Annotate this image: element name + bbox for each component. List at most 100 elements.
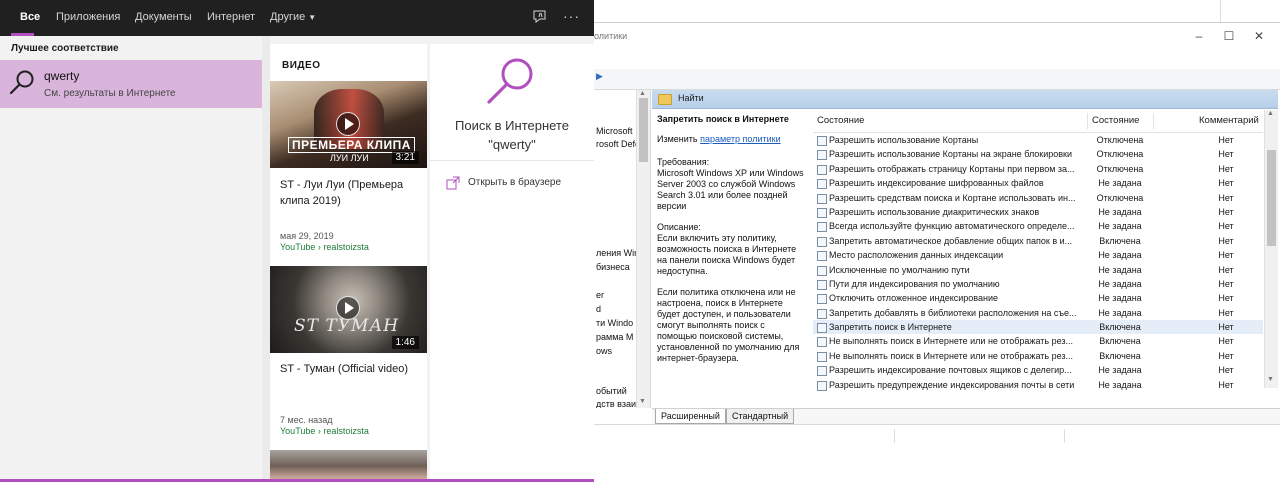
- tree-item[interactable]: ows: [596, 346, 612, 356]
- policy-setting-icon: [817, 236, 827, 247]
- tree-item[interactable]: Microsoft: [596, 126, 633, 136]
- play-icon[interactable]: [336, 112, 360, 136]
- column-header-comment[interactable]: Комментарий: [1199, 115, 1259, 126]
- policy-setting-icon: [817, 179, 827, 190]
- table-row[interactable]: Исключенные по умолчанию пути Не задана Не…: [813, 263, 1263, 277]
- results-column: Лучшее соответствие qwerty См. результат…: [0, 36, 262, 482]
- table-row[interactable]: Разрешить использование диакритических з…: [813, 205, 1263, 219]
- scroll-down-icon[interactable]: ▼: [639, 398, 646, 405]
- row-comment: Нет: [1218, 149, 1234, 160]
- description-text-2: Если политика отключена или не настроена…: [657, 287, 800, 363]
- table-row[interactable]: Пути для индексирования по умолчанию Не з…: [813, 277, 1263, 291]
- tab-more[interactable]: Другие ▼: [270, 11, 316, 23]
- scroll-up-icon[interactable]: ▲: [639, 90, 646, 97]
- menu-bar: [594, 47, 1280, 70]
- column-separator[interactable]: [1153, 113, 1154, 129]
- table-row[interactable]: Разрешить индексирование шифрованных фай…: [813, 176, 1263, 190]
- column-separator[interactable]: [1087, 113, 1088, 129]
- best-match-item[interactable]: qwerty См. результаты в Интернете: [0, 60, 262, 108]
- row-name: Запретить автоматическое добавление общи…: [829, 235, 1073, 246]
- tab-all[interactable]: Все: [20, 11, 40, 23]
- tree-item[interactable]: рамма M: [596, 332, 633, 342]
- table-row[interactable]: Разрешить предупреждение индексирования …: [813, 378, 1263, 392]
- toolbar: ▶: [594, 69, 1280, 90]
- tab-apps[interactable]: Приложения: [56, 11, 120, 23]
- table-scrollbar[interactable]: ▲ ▼: [1264, 110, 1278, 388]
- tree-item[interactable]: бизнеса: [596, 262, 630, 272]
- table-row[interactable]: Отключить отложенное индексирование Не за…: [813, 291, 1263, 305]
- table-row[interactable]: Всегда используйте функцию автоматическо…: [813, 219, 1263, 233]
- table-row[interactable]: Запретить автоматическое добавление общи…: [813, 234, 1263, 248]
- table-row[interactable]: Разрешить индексирование почтовых ящиков…: [813, 363, 1263, 377]
- tree-pane[interactable]: Microsoft rosoft Defe ления Wind бизнеса…: [594, 90, 651, 408]
- more-options-icon[interactable]: ···: [563, 8, 580, 24]
- feedback-icon[interactable]: [532, 9, 548, 25]
- tab-documents[interactable]: Документы: [135, 11, 192, 23]
- row-comment: Нет: [1218, 322, 1234, 333]
- table-row[interactable]: Не выполнять поиск в Интернете или не от…: [813, 334, 1263, 348]
- video-thumbnail[interactable]: ПРЕМЬЕРА КЛИПА ЛУИ ЛУИ 3:21: [270, 81, 427, 168]
- play-icon[interactable]: [336, 296, 360, 320]
- tree-item[interactable]: обытий: [596, 386, 627, 396]
- find-bar: Найти: [652, 90, 1278, 109]
- open-external-icon: [446, 176, 460, 190]
- video-date: 7 мес. назад: [280, 415, 333, 425]
- tree-item[interactable]: d: [596, 304, 601, 314]
- policy-setting-icon: [817, 351, 827, 362]
- tree-item[interactable]: дств взаи: [596, 399, 636, 408]
- table-row[interactable]: Разрешить использование Кортаны на экран…: [813, 147, 1263, 161]
- column-header-name[interactable]: Состояние: [817, 115, 864, 126]
- table-row[interactable]: Запретить добавлять в библиотеки располо…: [813, 306, 1263, 320]
- policy-setting-icon: [817, 337, 827, 348]
- tree-item[interactable]: er: [596, 290, 604, 300]
- tree-item[interactable]: rosoft Defe: [596, 139, 640, 149]
- row-name: Место расположения данных индексации: [829, 250, 1004, 261]
- close-icon[interactable]: ✕: [1252, 29, 1266, 43]
- forward-icon[interactable]: ▶: [596, 71, 603, 82]
- table-row[interactable]: Разрешить отображать страницу Кортаны пр…: [813, 162, 1263, 176]
- view-tabs: Расширенный Стандартный: [652, 408, 1280, 425]
- row-comment: Нет: [1218, 221, 1234, 232]
- edit-policy-link[interactable]: параметр политики: [700, 134, 781, 144]
- tab-extended[interactable]: Расширенный: [655, 409, 726, 424]
- video-title[interactable]: ST - Туман (Official video): [280, 361, 420, 377]
- row-name: Разрешить индексирование шифрованных фай…: [829, 178, 1044, 189]
- table-scroll-thumb[interactable]: [1267, 150, 1276, 246]
- tree-scrollbar[interactable]: ▲ ▼: [636, 90, 650, 408]
- row-comment: Нет: [1218, 250, 1234, 261]
- policy-table: Состояние Состояние Комментарий Разрешит…: [813, 110, 1278, 408]
- table-row[interactable]: Место расположения данных индексации Не з…: [813, 248, 1263, 262]
- tab-standard[interactable]: Стандартный: [726, 409, 795, 424]
- background-window-edge: [1220, 0, 1280, 22]
- tab-more-label: Другие: [270, 11, 306, 23]
- row-name: Разрешить индексирование почтовых ящиков…: [829, 365, 1072, 376]
- table-row[interactable]: Не выполнять поиск в Интернете или не от…: [813, 349, 1263, 363]
- scroll-up-icon[interactable]: ▲: [1267, 110, 1274, 117]
- video-source[interactable]: YouTube › realstoizsta: [280, 242, 369, 252]
- tree-scroll-thumb[interactable]: [639, 98, 648, 162]
- video-source[interactable]: YouTube › realstoizsta: [280, 426, 369, 436]
- row-comment: Нет: [1218, 293, 1234, 304]
- table-row[interactable]: Запретить поиск в Интернете Включена Нет: [813, 320, 1263, 335]
- video-thumbnail[interactable]: ST ТУМАН 1:46: [270, 266, 427, 353]
- tab-web[interactable]: Интернет: [207, 11, 255, 23]
- table-row[interactable]: Разрешить использование Кортаны Отключена…: [813, 133, 1263, 147]
- row-name: Разрешить использование диакритических з…: [829, 206, 1040, 217]
- table-row[interactable]: Разрешить средствам поиска и Кортане исп…: [813, 191, 1263, 205]
- row-state: Включена: [1099, 336, 1141, 347]
- maximize-icon[interactable]: ☐: [1222, 29, 1236, 43]
- video-thumbnail-partial[interactable]: [270, 450, 427, 482]
- row-state: Включена: [1099, 235, 1141, 246]
- minimize-icon[interactable]: –: [1192, 29, 1206, 43]
- row-state: Отключена: [1096, 192, 1144, 203]
- description-text: Если включить эту политику, возможность …: [657, 233, 797, 276]
- policy-setting-icon: [817, 222, 827, 233]
- tree-item[interactable]: ти Windo: [596, 318, 633, 328]
- video-title[interactable]: ST - Луи Луи (Премьера клипа 2019): [280, 177, 420, 209]
- row-name: Всегда используйте функцию автоматическо…: [829, 221, 1075, 232]
- row-state: Не задана: [1098, 278, 1142, 289]
- column-header-state[interactable]: Состояние: [1092, 115, 1139, 126]
- row-name: Разрешить предупреждение индексирования …: [829, 379, 1075, 390]
- search-icon: [9, 70, 34, 95]
- scroll-down-icon[interactable]: ▼: [1267, 376, 1274, 383]
